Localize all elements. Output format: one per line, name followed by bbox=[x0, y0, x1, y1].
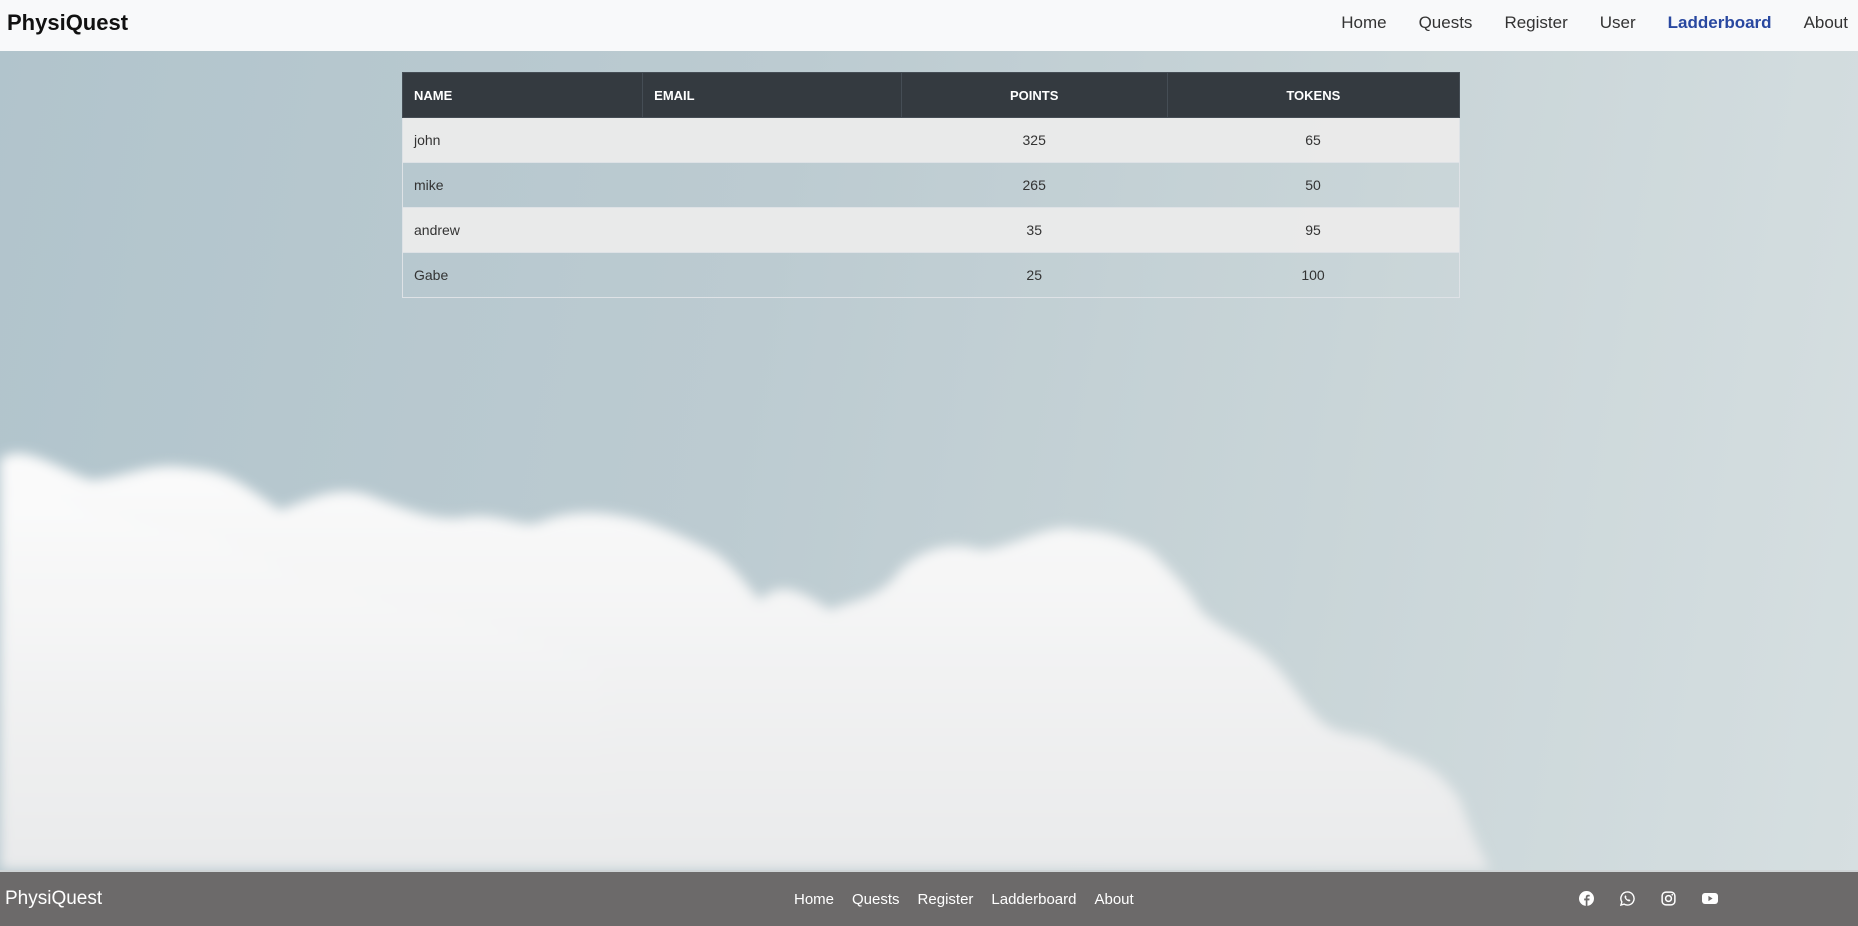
nav-link-quests[interactable]: Quests bbox=[1419, 13, 1473, 33]
footer-link-ladderboard[interactable]: Ladderboard bbox=[991, 891, 1076, 908]
nav-link-register[interactable]: Register bbox=[1504, 13, 1567, 33]
cell-email bbox=[642, 162, 902, 208]
footer-links: Home Quests Register Ladderboard About bbox=[794, 891, 1152, 908]
brand-logo[interactable]: PhysiQuest bbox=[7, 10, 128, 36]
header-tokens: TOKENS bbox=[1166, 72, 1461, 118]
header-points: POINTS bbox=[900, 72, 1168, 118]
footer-link-about[interactable]: About bbox=[1094, 891, 1133, 908]
cell-email bbox=[642, 207, 902, 253]
facebook-icon[interactable] bbox=[1578, 890, 1595, 907]
social-links bbox=[1578, 890, 1742, 907]
table-row: mike 265 50 bbox=[402, 162, 1460, 208]
ladderboard-table: NAME EMAIL POINTS TOKENS john 325 65 mik… bbox=[401, 72, 1461, 298]
cell-email bbox=[642, 252, 902, 298]
footer: PhysiQuest Home Quests Register Ladderbo… bbox=[0, 870, 1858, 926]
footer-link-register[interactable]: Register bbox=[918, 891, 974, 908]
nav-links: Home Quests Register User Ladderboard Ab… bbox=[1309, 13, 1848, 33]
youtube-icon[interactable] bbox=[1701, 890, 1718, 907]
cell-name: Gabe bbox=[402, 252, 643, 298]
whatsapp-icon[interactable] bbox=[1619, 890, 1636, 907]
cell-tokens: 100 bbox=[1167, 252, 1460, 298]
footer-link-quests[interactable]: Quests bbox=[852, 891, 900, 908]
nav-link-home[interactable]: Home bbox=[1341, 13, 1386, 33]
cell-email bbox=[642, 117, 902, 163]
header-name: NAME bbox=[401, 72, 644, 118]
cell-name: mike bbox=[402, 162, 643, 208]
table-row: Gabe 25 100 bbox=[402, 252, 1460, 298]
cell-name: john bbox=[402, 117, 643, 163]
header-email: EMAIL bbox=[642, 72, 902, 118]
cell-tokens: 95 bbox=[1167, 207, 1460, 253]
instagram-icon[interactable] bbox=[1660, 890, 1677, 907]
cell-points: 25 bbox=[901, 252, 1168, 298]
table-row: andrew 35 95 bbox=[402, 207, 1460, 253]
cell-name: andrew bbox=[402, 207, 643, 253]
nav-link-ladderboard[interactable]: Ladderboard bbox=[1668, 13, 1772, 33]
nav-link-user[interactable]: User bbox=[1600, 13, 1636, 33]
top-navbar: PhysiQuest Home Quests Register User Lad… bbox=[0, 0, 1858, 51]
nav-link-about[interactable]: About bbox=[1804, 13, 1848, 33]
cell-points: 35 bbox=[901, 207, 1168, 253]
table-row: john 325 65 bbox=[402, 117, 1460, 163]
background-clouds bbox=[0, 440, 1858, 870]
footer-link-home[interactable]: Home bbox=[794, 891, 834, 908]
cell-tokens: 65 bbox=[1167, 117, 1460, 163]
cell-tokens: 50 bbox=[1167, 162, 1460, 208]
cell-points: 265 bbox=[901, 162, 1168, 208]
cell-points: 325 bbox=[901, 117, 1168, 163]
footer-brand[interactable]: PhysiQuest bbox=[5, 888, 102, 910]
table-header-row: NAME EMAIL POINTS TOKENS bbox=[401, 72, 1461, 118]
